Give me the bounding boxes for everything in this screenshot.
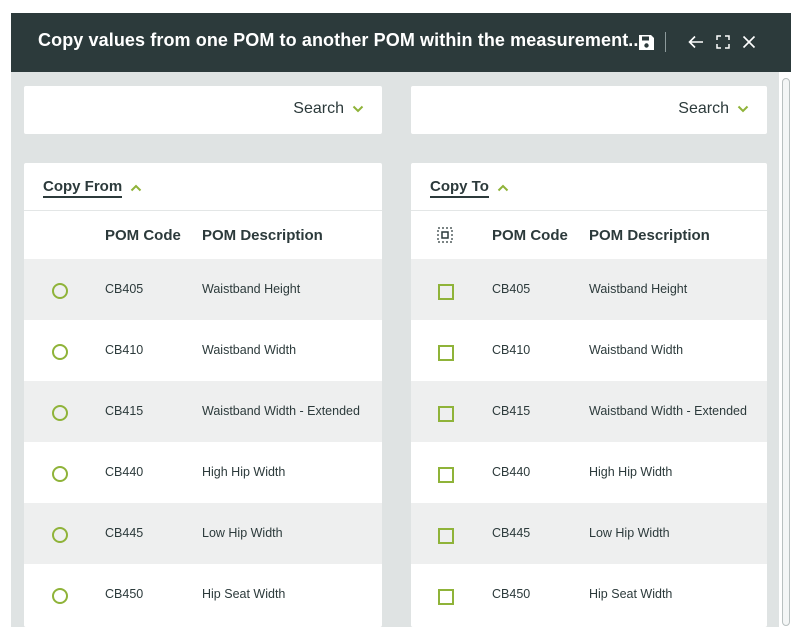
pom-description-cell: Waistband Width <box>202 343 297 357</box>
pom-description-cell: Low Hip Width <box>589 526 670 540</box>
chevron-up-icon <box>130 184 142 192</box>
row-radio-button[interactable] <box>52 405 68 421</box>
pom-code-cell: CB405 <box>492 282 531 296</box>
table-row[interactable]: CB445 Low Hip Width <box>411 503 767 564</box>
pom-description-cell: Waistband Height <box>202 282 301 296</box>
dialog-scrollbar[interactable] <box>779 72 791 627</box>
row-radio-button[interactable] <box>52 344 68 360</box>
copy-to-header: Copy To <box>411 163 767 211</box>
pom-description-cell: Hip Seat Width <box>589 587 673 601</box>
left-search-label: Search <box>293 100 344 117</box>
left-search-bar: Search <box>24 86 382 134</box>
pom-code-cell: CB410 <box>105 343 144 357</box>
copy-from-header: Copy From <box>24 163 382 211</box>
table-row[interactable]: CB405 Waistband Height <box>411 259 767 320</box>
row-checkbox[interactable] <box>438 284 454 300</box>
row-checkbox[interactable] <box>438 528 454 544</box>
right-search-label: Search <box>678 100 729 117</box>
table-row[interactable]: CB445 Low Hip Width <box>24 503 382 564</box>
copy-to-title: Copy To <box>430 178 489 198</box>
row-radio-button[interactable] <box>52 588 68 604</box>
table-row[interactable]: CB450 Hip Seat Width <box>411 564 767 625</box>
copy-from-column-headers: POM Code POM Description <box>24 211 382 259</box>
save-icon[interactable] <box>635 30 657 54</box>
column-header-pom-description: POM Description <box>589 227 710 244</box>
chevron-down-icon <box>352 105 364 113</box>
table-row[interactable]: CB450 Hip Seat Width <box>24 564 382 625</box>
copy-from-toggle[interactable]: Copy From <box>43 178 142 198</box>
pom-code-cell: CB445 <box>105 526 144 540</box>
row-radio-button[interactable] <box>52 527 68 543</box>
table-row[interactable]: CB440 High Hip Width <box>24 442 382 503</box>
pom-description-cell: Waistband Height <box>589 282 688 296</box>
dialog-title: Copy values from one POM to another POM … <box>38 30 644 50</box>
table-row[interactable]: CB405 Waistband Height <box>24 259 382 320</box>
row-checkbox[interactable] <box>438 467 454 483</box>
pom-description-cell: Waistband Width <box>589 343 684 357</box>
pom-description-cell: Hip Seat Width <box>202 587 286 601</box>
chevron-down-icon <box>737 105 749 113</box>
arrow-left-icon[interactable] <box>685 30 707 54</box>
copy-from-panel: Copy From POM Code POM Description CB405… <box>24 163 382 627</box>
table-row[interactable]: CB440 High Hip Width <box>411 442 767 503</box>
pom-code-cell: CB405 <box>105 282 144 296</box>
copy-from-title: Copy From <box>43 178 123 198</box>
chevron-up-icon <box>497 184 509 192</box>
pom-description-cell: High Hip Width <box>202 465 286 479</box>
select-all-checkbox[interactable] <box>437 227 453 247</box>
column-header-pom-code: POM Code <box>492 227 568 244</box>
pom-description-cell: Waistband Width - Extended <box>589 404 747 418</box>
pom-description-cell: High Hip Width <box>589 465 673 479</box>
table-row[interactable]: CB415 Waistband Width - Extended <box>24 381 382 442</box>
column-header-pom-code: POM Code <box>105 227 181 244</box>
pom-code-cell: CB415 <box>105 404 144 418</box>
right-search-button[interactable]: Search <box>678 100 749 118</box>
scrollbar-thumb[interactable] <box>782 78 790 626</box>
row-radio-button[interactable] <box>52 466 68 482</box>
table-row[interactable]: CB415 Waistband Width - Extended <box>411 381 767 442</box>
row-checkbox[interactable] <box>438 589 454 605</box>
dialog-header: Copy values from one POM to another POM … <box>11 13 791 72</box>
left-search-button[interactable]: Search <box>293 100 364 118</box>
pom-code-cell: CB440 <box>105 465 144 479</box>
close-icon[interactable] <box>738 30 760 54</box>
pom-code-cell: CB415 <box>492 404 531 418</box>
pom-description-cell: Low Hip Width <box>202 526 283 540</box>
pom-code-cell: CB450 <box>492 587 531 601</box>
table-row[interactable]: CB410 Waistband Width <box>411 320 767 381</box>
row-radio-button[interactable] <box>52 283 68 299</box>
copy-pom-dialog: Copy values from one POM to another POM … <box>11 13 791 627</box>
column-header-pom-description: POM Description <box>202 227 323 244</box>
row-checkbox[interactable] <box>438 345 454 361</box>
header-divider <box>665 32 666 52</box>
pom-code-cell: CB445 <box>492 526 531 540</box>
row-checkbox[interactable] <box>438 406 454 422</box>
pom-code-cell: CB440 <box>492 465 531 479</box>
right-search-bar: Search <box>411 86 767 134</box>
pom-description-cell: Waistband Width - Extended <box>202 404 360 418</box>
pom-code-cell: CB450 <box>105 587 144 601</box>
pom-code-cell: CB410 <box>492 343 531 357</box>
expand-icon[interactable] <box>712 30 734 54</box>
copy-to-column-headers: POM Code POM Description <box>411 211 767 259</box>
copy-to-panel: Copy To POM Code POM Description CB405 Wa… <box>411 163 767 627</box>
copy-to-toggle[interactable]: Copy To <box>430 178 509 198</box>
table-row[interactable]: CB410 Waistband Width <box>24 320 382 381</box>
